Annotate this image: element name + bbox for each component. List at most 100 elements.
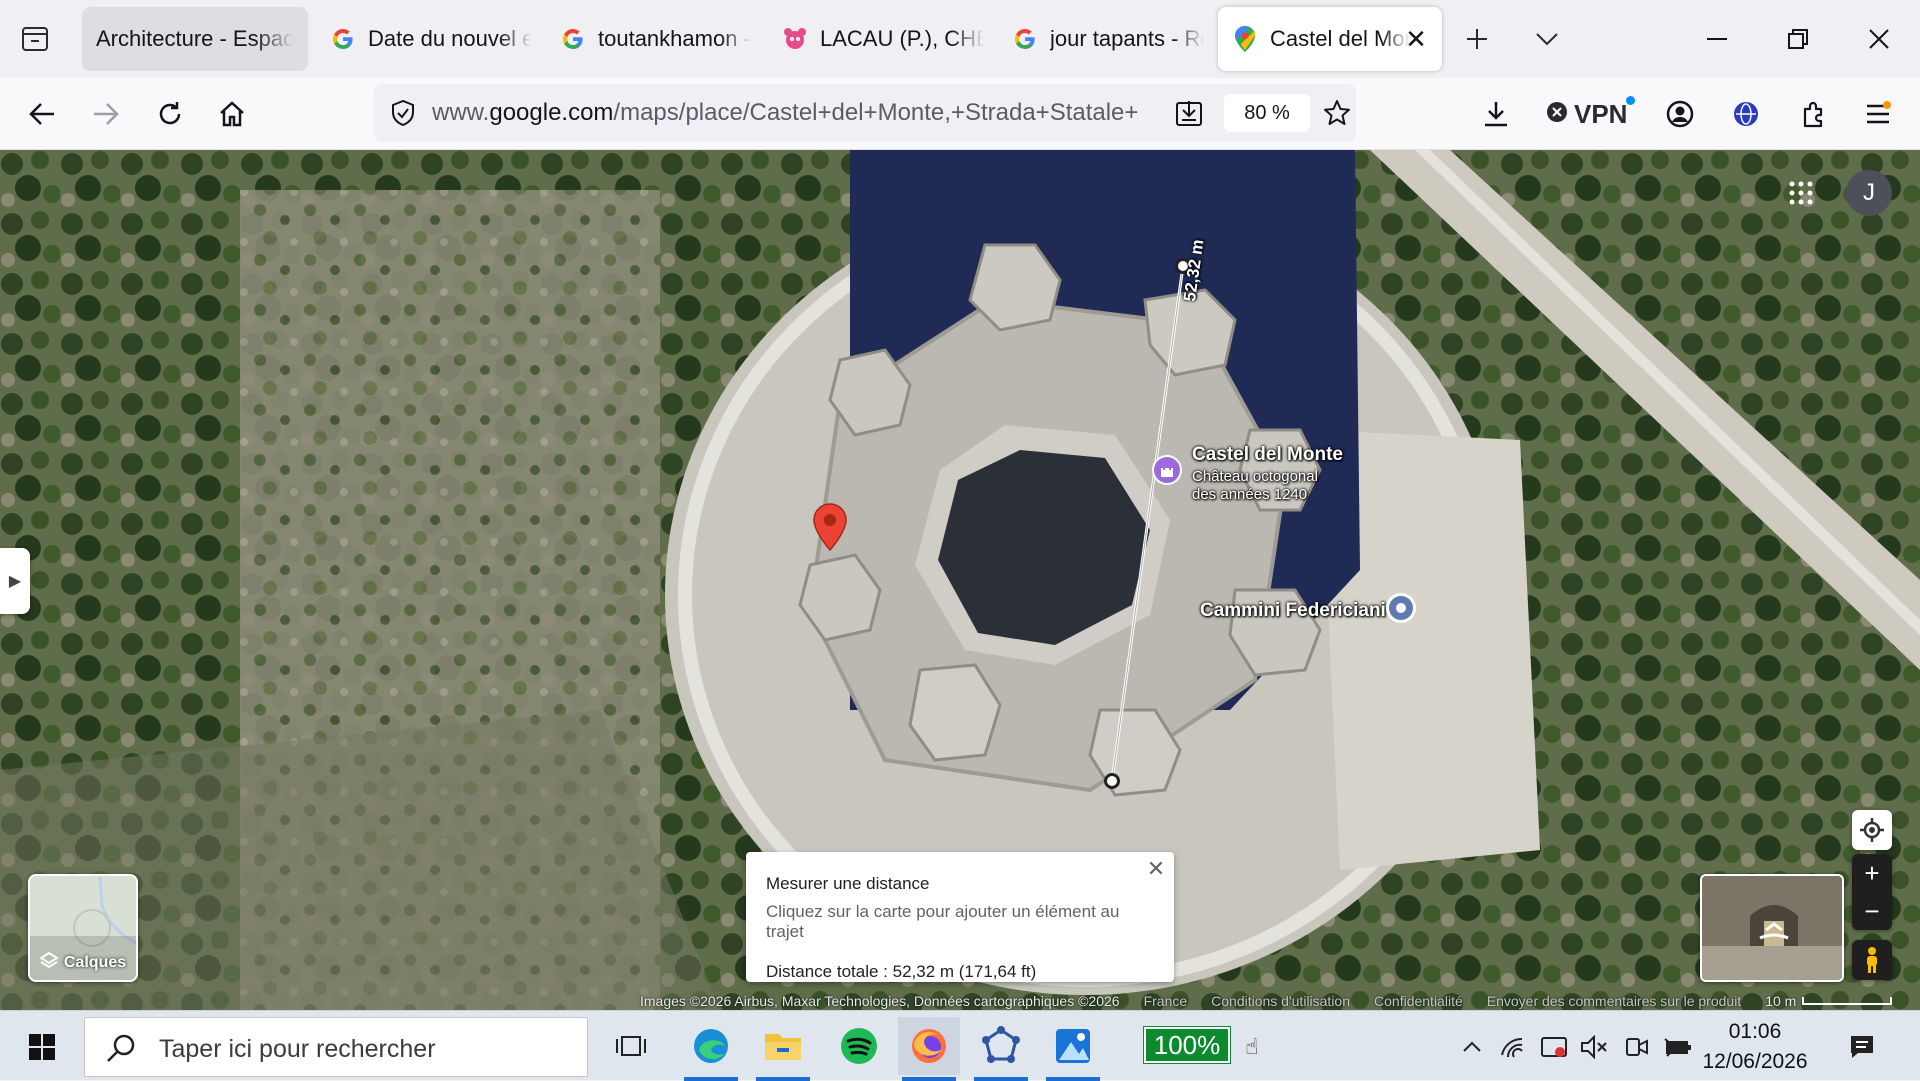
photos-running-indicator (1046, 1077, 1100, 1081)
google-apps-icon[interactable] (1788, 180, 1814, 211)
url-host: google.com (489, 99, 614, 126)
windows-taskbar: Taper ici pour rechercher 100% ☝ 01:06 1… (0, 1010, 1920, 1081)
my-location-icon[interactable] (1852, 810, 1892, 850)
layers-button[interactable]: Calques (28, 874, 138, 982)
edge-icon[interactable] (680, 1017, 742, 1081)
castle-name-label[interactable]: Castel del Monte (1192, 444, 1343, 466)
network-app-running-indicator (974, 1077, 1028, 1081)
chevron-up-icon[interactable] (1456, 1031, 1488, 1063)
google-icon (330, 26, 356, 52)
vpn-button[interactable]: VPN (1546, 94, 1636, 134)
layers-label: Calques (63, 953, 127, 971)
close-measure-icon[interactable]: ✕ (1144, 858, 1168, 882)
tab-toutankhamon[interactable]: toutankhamon - (546, 7, 768, 71)
castle-poi-icon[interactable] (1152, 455, 1182, 485)
pegman-icon[interactable] (1852, 940, 1892, 980)
url-path: /maps/place/Castel+del+Monte,+Strada+Sta… (613, 99, 1139, 126)
spotify-icon[interactable] (828, 1017, 890, 1075)
reload-icon[interactable] (148, 92, 192, 136)
close-window-icon[interactable] (1838, 0, 1920, 78)
tab-castel-del-monte[interactable]: Castel del Mon ✕ (1218, 7, 1442, 71)
shield-icon[interactable] (390, 99, 416, 132)
map-attribution-bar: Images ©2026 Airbus, Maxar Technologies,… (640, 992, 1920, 1010)
downloads-icon[interactable] (1474, 92, 1518, 136)
site-icon (782, 26, 808, 52)
firefox-icon[interactable] (898, 1017, 960, 1081)
security-icon[interactable] (1538, 1031, 1570, 1063)
tab-bar: Architecture - Espace Date du nouvel e t… (0, 0, 1920, 78)
layers-label-row: Calques (30, 951, 136, 974)
meet-now-icon[interactable] (1620, 1031, 1652, 1063)
navigation-toolbar: www.google.com/maps/place/Castel+del+Mon… (0, 78, 1920, 150)
zoom-in-icon[interactable]: + (1864, 860, 1879, 886)
tab-label: Architecture - Espace (96, 26, 294, 51)
list-all-tabs-icon[interactable] (1512, 0, 1582, 78)
touch-hand-icon[interactable]: ☝ (1236, 1031, 1268, 1063)
photos-icon[interactable] (1042, 1017, 1104, 1081)
place-poi-icon[interactable] (1386, 593, 1416, 623)
extensions-icon[interactable] (1792, 92, 1836, 136)
tab-architecture[interactable]: Architecture - Espace (82, 7, 308, 71)
save-page-icon[interactable] (1174, 98, 1204, 133)
tab-lacau[interactable]: LACAU (P.), CHEV (768, 7, 998, 71)
street-view-preview[interactable] (1700, 874, 1844, 982)
measure-total-distance: Distance totale : 52,32 m (171,64 ft) (766, 962, 1037, 981)
tab-list-icon[interactable] (0, 0, 70, 78)
vpn-label: VPN (1574, 98, 1628, 129)
expand-side-panel-button[interactable]: ▶ (0, 548, 30, 614)
measure-distance-panel: Mesurer une distance Cliquez sur la cart… (746, 852, 1174, 982)
layers-icon (38, 951, 59, 974)
zoom-indicator-badge[interactable]: 100% (1143, 1026, 1231, 1064)
mute-icon[interactable] (1578, 1031, 1610, 1063)
minimize-icon[interactable] (1676, 0, 1758, 78)
extension-globe-icon[interactable] (1724, 92, 1768, 136)
tab-label: Castel del Mon (1270, 26, 1410, 51)
measure-point-end[interactable] (1104, 773, 1120, 789)
windows-start-icon[interactable] (14, 1029, 70, 1065)
clock[interactable]: 01:06 12/06/2026 (1700, 1017, 1810, 1077)
new-tab-icon[interactable] (1442, 0, 1512, 78)
edge-running-indicator (684, 1077, 738, 1081)
tab-label: jour tapants - Re (1050, 26, 1204, 51)
zoom-level-button[interactable]: 80 % (1224, 94, 1310, 132)
clock-date: 12/06/2026 (1702, 1050, 1808, 1073)
terms-link[interactable]: Conditions d'utilisation (1211, 993, 1350, 1009)
account-icon[interactable] (1658, 92, 1702, 136)
scale-bar[interactable]: 10 m (1765, 993, 1893, 1009)
battery-icon[interactable] (1662, 1031, 1694, 1063)
file-explorer-icon[interactable] (752, 1017, 814, 1081)
notifications-icon[interactable] (1846, 1031, 1878, 1063)
back-icon[interactable] (20, 92, 64, 136)
tab-jour-tapants[interactable]: jour tapants - Re (998, 7, 1218, 71)
taskbar-search-box[interactable]: Taper ici pour rechercher (84, 1017, 588, 1077)
bookmark-star-icon[interactable] (1322, 98, 1352, 133)
tab-label: Date du nouvel e (368, 26, 532, 51)
cammini-federiciani-label[interactable]: Cammini Federiciani (1200, 600, 1386, 622)
wifi-icon[interactable] (1498, 1031, 1530, 1063)
url-text[interactable]: www.google.com/maps/place/Castel+del+Mon… (432, 99, 1152, 127)
zoom-out-icon[interactable]: − (1864, 898, 1879, 924)
address-bar[interactable]: www.google.com/maps/place/Castel+del+Mon… (374, 84, 1356, 142)
search-placeholder: Taper ici pour rechercher (159, 1035, 436, 1063)
menu-icon[interactable] (1856, 92, 1900, 136)
satellite-map[interactable]: 52,32 m Castel del Monte Château octogon… (0, 150, 1920, 1010)
home-icon[interactable] (210, 92, 254, 136)
avatar[interactable]: J (1846, 170, 1892, 216)
feedback-link[interactable]: Envoyer des commentaires sur le produit (1487, 993, 1741, 1009)
close-tab-icon[interactable]: ✕ (1404, 26, 1428, 52)
firefox-running-indicator (902, 1077, 956, 1081)
task-view-icon[interactable] (600, 1017, 662, 1075)
red-location-pin-icon[interactable] (812, 502, 848, 557)
country-link[interactable]: France (1144, 993, 1188, 1009)
restore-icon[interactable] (1757, 0, 1839, 78)
forward-icon[interactable] (84, 92, 128, 136)
clock-time: 01:06 (1728, 1020, 1782, 1043)
google-icon (1012, 26, 1038, 52)
chevron-right-icon: ▶ (8, 573, 22, 590)
privacy-link[interactable]: Confidentialité (1374, 993, 1463, 1009)
network-app-icon[interactable] (970, 1017, 1032, 1081)
explorer-running-indicator (756, 1077, 810, 1081)
tab-nouvel-an[interactable]: Date du nouvel e (316, 7, 546, 71)
tab-label: LACAU (P.), CHEV (820, 26, 984, 51)
castle-desc-line2: des années 1240 (1192, 486, 1308, 503)
